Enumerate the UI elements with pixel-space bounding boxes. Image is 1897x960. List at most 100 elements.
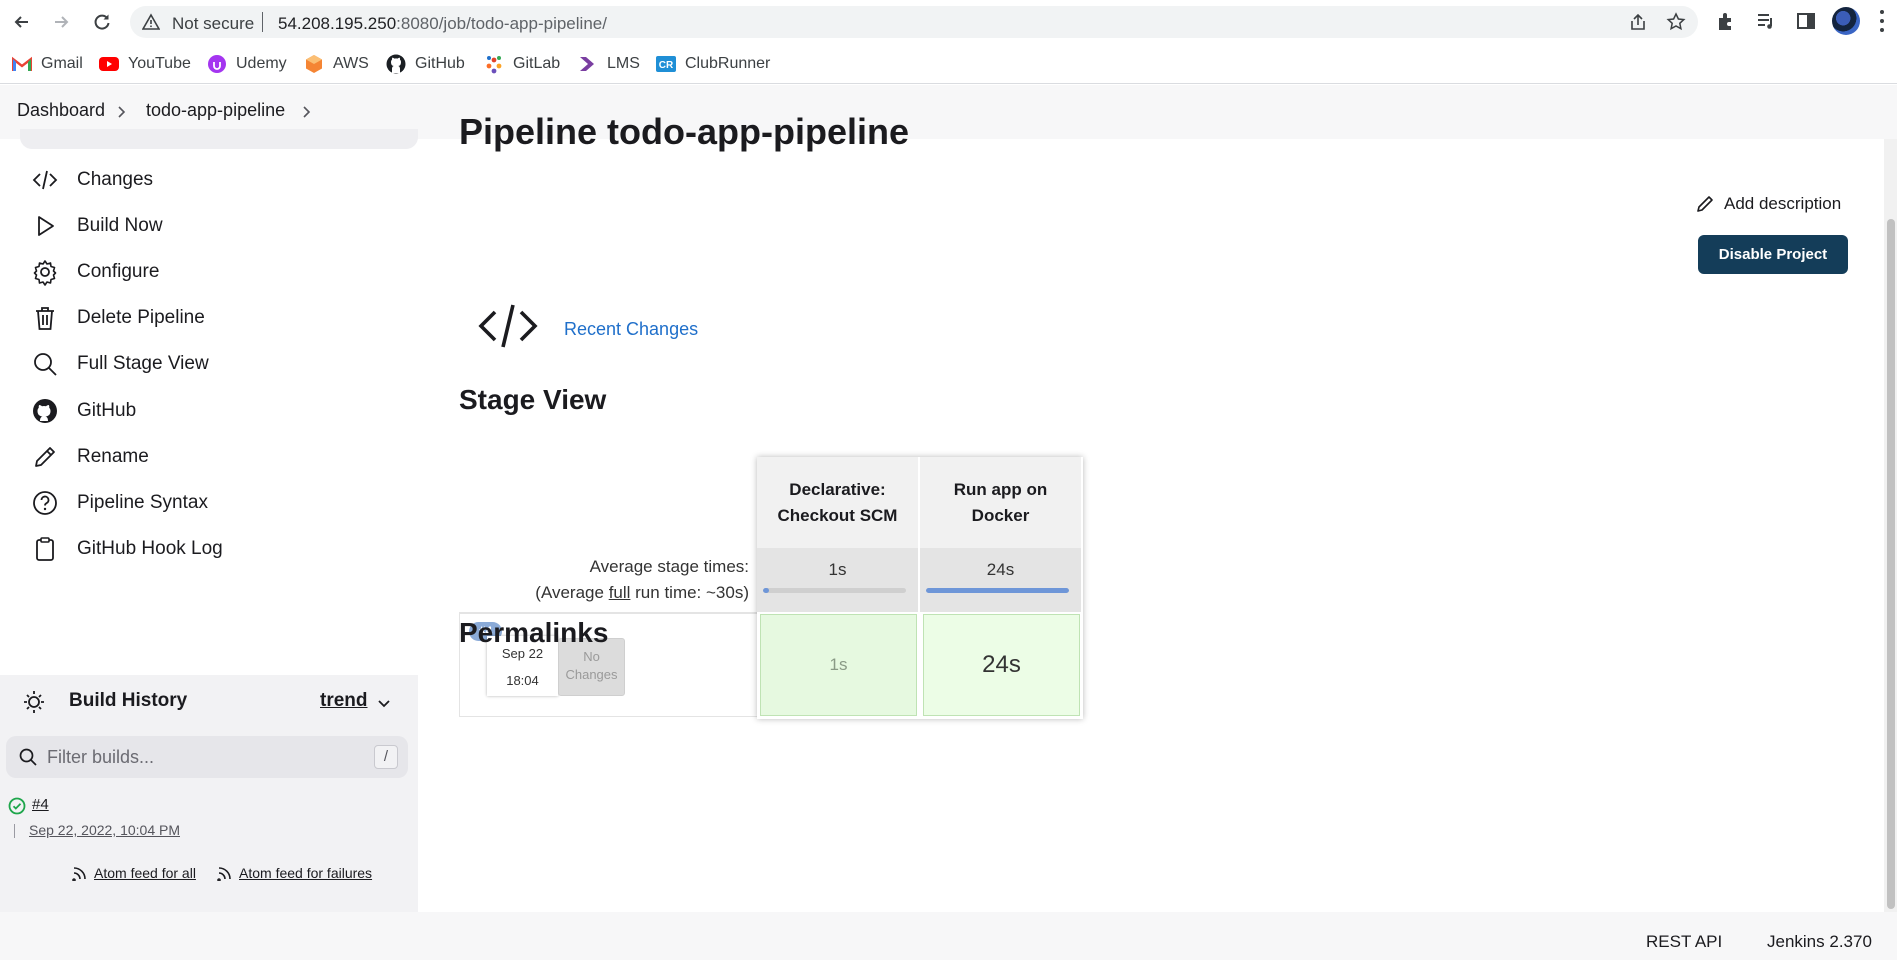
gear-icon <box>30 257 60 287</box>
bookmark-clubrunner[interactable]: CR ClubRunner <box>656 52 770 76</box>
security-label: Not secure <box>172 14 255 33</box>
sidebar-item-changes[interactable]: Changes <box>30 157 410 203</box>
side-panel-icon[interactable] <box>1795 10 1817 32</box>
back-icon[interactable] <box>8 8 36 36</box>
stage-name-line1: Run app on <box>953 479 1048 499</box>
chevron-right-icon[interactable] <box>113 104 129 120</box>
stage-cell-docker[interactable]: 24s <box>923 614 1080 716</box>
stage-avg-bar-fill <box>763 588 769 593</box>
build-history-row[interactable]: #4 Sep 22, 2022, 10:04 PM <box>0 786 418 850</box>
disable-project-button[interactable]: Disable Project <box>1698 235 1848 274</box>
sidebar-item-status[interactable] <box>20 129 418 149</box>
bookmark-label: YouTube <box>128 55 191 72</box>
atom-feed-failures-link[interactable]: Atom feed for failures <box>217 865 372 881</box>
bookmark-youtube[interactable]: YouTube <box>99 52 191 76</box>
jenkins-browser-window: Not secure 54.208.195.250:8080/job/todo-… <box>0 0 1897 960</box>
search-icon <box>19 748 37 766</box>
breadcrumb-dashboard[interactable]: Dashboard <box>17 100 105 121</box>
bookmark-gitlab[interactable]: GitLab <box>484 52 560 76</box>
page-content: Changes Build Now Configure Delete Pipel… <box>0 111 1897 912</box>
bookmark-lms[interactable]: LMS <box>578 52 640 76</box>
play-icon <box>30 211 60 241</box>
stage-avg-bar <box>926 588 1069 593</box>
success-check-icon <box>8 797 26 815</box>
build-number-link[interactable]: #4 <box>32 796 49 813</box>
profile-avatar[interactable] <box>1832 7 1860 35</box>
browser-menu-icon[interactable] <box>1878 10 1886 32</box>
sidebar-item-label: Build Now <box>77 215 163 236</box>
star-icon[interactable] <box>1666 12 1686 32</box>
build-history-panel: Build History trend Filter builds... / #… <box>0 675 418 912</box>
stage-avg-checkout: 1s <box>757 548 918 612</box>
url-text[interactable]: 54.208.195.250:8080/job/todo-app-pipelin… <box>278 14 607 34</box>
atom-feeds: Atom feed for all Atom feed for failures <box>0 850 418 898</box>
build-date-link[interactable]: Sep 22, 2022, 10:04 PM <box>29 822 180 838</box>
stage-grid: Declarative: Checkout SCM Run app on Docke… <box>757 457 1083 719</box>
clubrunner-icon: CR <box>656 54 676 74</box>
main-panel: Pipeline todo-app-pipeline Add descripti… <box>418 111 1897 912</box>
gitlab-icon <box>484 54 504 74</box>
trend-link[interactable]: trend <box>320 690 368 712</box>
bookmark-label: GitLab <box>513 55 561 72</box>
stage-header-docker: Run app on Docker <box>920 457 1081 548</box>
share-icon[interactable] <box>1628 12 1648 32</box>
forward-icon[interactable] <box>47 8 75 36</box>
sidebar-item-github-hook-log[interactable]: GitHub Hook Log <box>30 526 410 572</box>
bookmark-udemy[interactable]: Udemy <box>207 52 287 76</box>
search-icon <box>30 349 60 379</box>
reload-icon[interactable] <box>88 8 116 36</box>
chevron-down-icon[interactable] <box>376 695 392 711</box>
build-row-connector <box>14 824 15 838</box>
build-history-title: Build History <box>69 690 188 711</box>
bookmark-github[interactable]: GitHub <box>386 52 465 76</box>
stage-name-line1: Declarative: <box>789 479 886 499</box>
bookmark-gmail[interactable]: Gmail <box>12 52 83 76</box>
sidebar-item-label: GitHub <box>77 400 137 421</box>
sidebar: Changes Build Now Configure Delete Pipel… <box>0 129 418 912</box>
github-icon <box>386 54 406 74</box>
keyboard-shortcut-badge: / <box>374 745 398 769</box>
chevron-right-icon[interactable] <box>298 104 314 120</box>
pencil-icon <box>30 442 60 472</box>
stage-cell-checkout[interactable]: 1s <box>760 614 917 716</box>
sidebar-item-label: GitHub Hook Log <box>77 538 223 559</box>
svg-text:CR: CR <box>659 60 674 71</box>
sidebar-item-build-now[interactable]: Build Now <box>30 203 410 249</box>
stage-view-heading: Stage View <box>459 384 607 415</box>
omnibox-divider <box>262 12 263 32</box>
sidebar-item-configure[interactable]: Configure <box>30 249 410 295</box>
filter-builds-input[interactable]: Filter builds... / <box>6 736 408 778</box>
scrollbar-thumb[interactable] <box>1887 219 1895 909</box>
recent-changes-link[interactable]: Recent Changes <box>564 319 698 340</box>
atom-feed-all-link[interactable]: Atom feed for all <box>72 865 196 881</box>
breadcrumb-job[interactable]: todo-app-pipeline <box>146 100 285 121</box>
bookmark-label: AWS <box>333 55 369 72</box>
avg-full-suffix: run time: ~30s) <box>630 583 749 602</box>
jenkins-version-link[interactable]: Jenkins 2.370 <box>1767 932 1872 952</box>
rest-api-link[interactable]: REST API <box>1646 932 1722 952</box>
sidebar-item-pipeline-syntax[interactable]: Pipeline Syntax <box>30 480 410 526</box>
warning-icon[interactable] <box>142 13 160 31</box>
sidebar-item-rename[interactable]: Rename <box>30 434 410 480</box>
sidebar-item-label: Full Stage View <box>77 353 209 374</box>
media-controls-icon[interactable] <box>1755 10 1777 32</box>
address-bar[interactable]: Not secure 54.208.195.250:8080/job/todo-… <box>130 6 1698 38</box>
code-icon <box>478 304 538 348</box>
avg-full-link[interactable]: full <box>609 583 631 602</box>
rss-icon <box>72 867 86 881</box>
run-time: 18:04 <box>506 673 539 688</box>
stage-name-line2: Docker <box>971 505 1030 525</box>
page-scrollbar[interactable] <box>1884 139 1897 912</box>
atom-feed-all-label: Atom feed for all <box>94 865 196 881</box>
sidebar-item-github[interactable]: GitHub <box>30 388 410 434</box>
youtube-icon <box>99 54 119 74</box>
sidebar-item-full-stage-view[interactable]: Full Stage View <box>30 341 410 387</box>
no-changes-line1: No <box>583 649 600 664</box>
pencil-icon <box>1697 196 1713 212</box>
avg-full-prefix: (Average <box>535 583 609 602</box>
add-description-link[interactable]: Add description <box>1695 194 1841 214</box>
extensions-icon[interactable] <box>1715 10 1737 32</box>
sidebar-item-delete-pipeline[interactable]: Delete Pipeline <box>30 295 410 341</box>
bookmark-aws[interactable]: AWS <box>304 52 369 76</box>
add-description-label: Add description <box>1724 194 1842 213</box>
